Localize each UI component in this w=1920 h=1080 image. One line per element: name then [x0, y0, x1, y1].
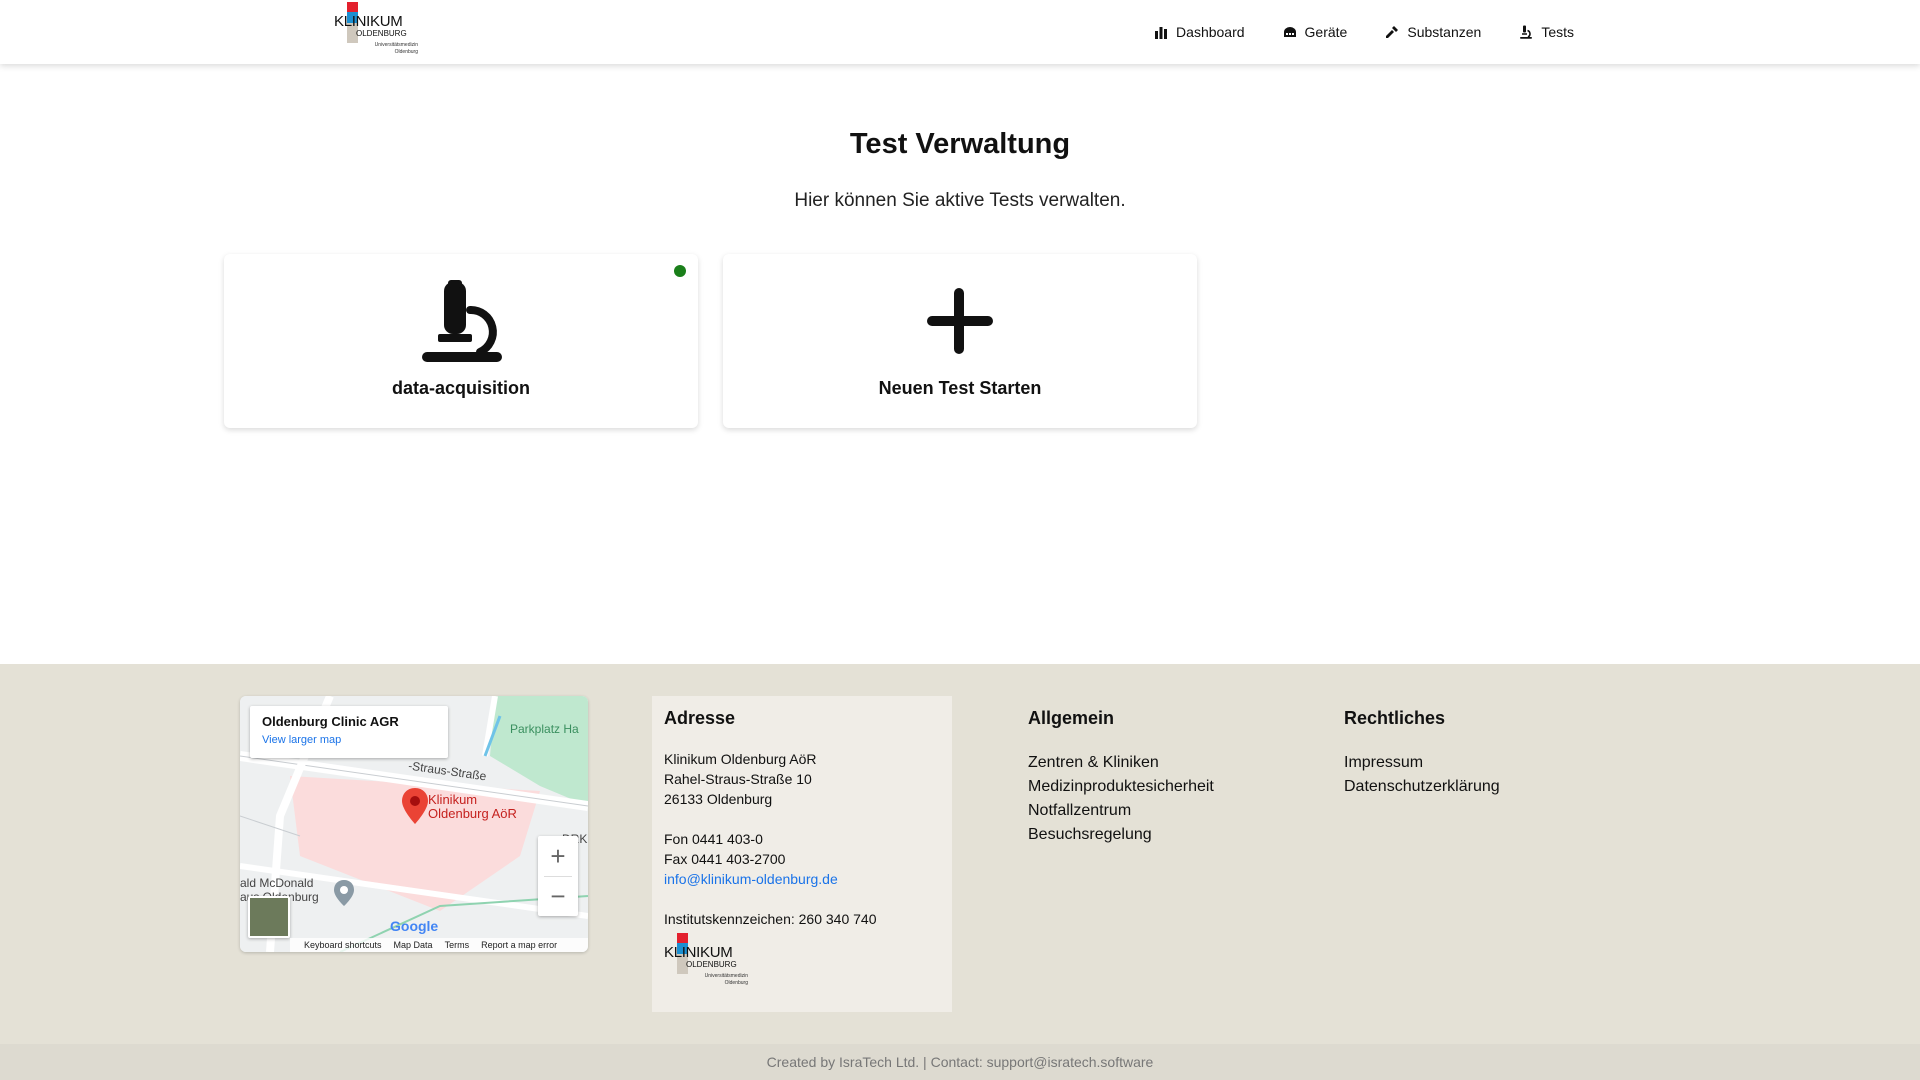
logo-tagline-line2: Oldenburg — [394, 49, 418, 55]
top-navbar: KLINIKUM OLDENBURG Universitätsmedizin O… — [0, 0, 1920, 64]
nav-dashboard-label: Dashboard — [1176, 24, 1245, 40]
contact-lines: Fon 0441 403-0 Fax 0441 403-2700 info@kl… — [664, 829, 940, 889]
map-place-title: Oldenburg Clinic AGR — [262, 714, 399, 729]
address-line2: Rahel-Straus-Straße 10 — [664, 771, 812, 787]
map-pin-label-line2: Oldenburg AöR — [428, 806, 517, 821]
footer-link-datenschutz[interactable]: Datenschutzerklärung — [1344, 775, 1500, 799]
map-pin-icon[interactable] — [402, 788, 428, 824]
test-card-label: data-acquisition — [391, 378, 530, 398]
nav-tests[interactable]: Tests — [1519, 24, 1574, 40]
nav-substanzen-label: Substanzen — [1407, 24, 1482, 40]
allgemein-links: Zentren & Kliniken Medizinproduktesicher… — [1028, 751, 1214, 847]
google-logo: Google — [390, 918, 439, 934]
page-title: Test Verwaltung — [849, 128, 1071, 160]
phone-number: Fon 0441 403-0 — [664, 831, 763, 847]
address-box: Adresse Klinikum Oldenburg AöR Rahel-Str… — [652, 696, 952, 1012]
map-place-card: Oldenburg Clinic AGR View larger map — [250, 706, 448, 758]
address-line1: Klinikum Oldenburg AöR — [664, 751, 817, 767]
poi-marker-icon[interactable] — [334, 880, 354, 906]
view-larger-map-link[interactable]: View larger map — [262, 734, 436, 746]
logo-sub: OLDENBURG — [686, 960, 737, 969]
klinikum-logo[interactable]: KLINIKUM OLDENBURG Universitätsmedizin O… — [334, 2, 420, 60]
logo-tagline: Universitätsmedizin Oldenburg — [688, 973, 748, 987]
microscope-icon — [422, 280, 502, 362]
footer-column-allgemein: Allgemein Zentren & Kliniken Medizinprod… — [1028, 708, 1214, 847]
footer-link-zentren[interactable]: Zentren & Kliniken — [1028, 751, 1214, 775]
microscope-icon — [1520, 25, 1533, 39]
footer-column-rechtliches: Rechtliches Impressum Datenschutzerkläru… — [1344, 708, 1500, 799]
terms-link[interactable]: Terms — [445, 940, 470, 950]
logo-name: KLINIKUM — [334, 13, 403, 30]
map-zoom-control: + − — [538, 836, 578, 916]
page-subtitle: Hier können Sie aktive Tests verwalten. — [794, 190, 1126, 211]
plus-icon — [927, 288, 993, 354]
logo-red-square — [677, 933, 688, 943]
address-lines: Klinikum Oldenburg AöR Rahel-Straus-Stra… — [664, 749, 940, 809]
rechtliches-title: Rechtliches — [1344, 708, 1446, 728]
logo-tagline-line1: Universitätsmedizin — [704, 973, 748, 979]
allgemein-title: Allgemein — [1028, 708, 1115, 728]
footer: Parkplatz Ha -Straus-Straße DRK ald McDo… — [0, 664, 1920, 1044]
device-icon — [1283, 27, 1296, 37]
map-pin-label-line1: Klinikum — [428, 792, 478, 807]
footer-link-besuchsregelung[interactable]: Besuchsregelung — [1028, 823, 1214, 847]
institut-code: Institutskennzeichen: 260 340 740 — [664, 911, 877, 927]
google-map[interactable]: Parkplatz Ha -Straus-Straße DRK ald McDo… — [240, 696, 588, 952]
report-map-error-link[interactable]: Report a map error — [481, 940, 557, 950]
map-pin-label: Klinikum Oldenburg AöR — [428, 793, 517, 821]
footer-link-impressum[interactable]: Impressum — [1344, 751, 1500, 775]
credits-bar: Created by IsraTech Ltd. | Contact: supp… — [0, 1044, 1920, 1080]
zoom-out-button[interactable]: − — [538, 876, 578, 916]
nav-substanzen[interactable]: Substanzen — [1385, 24, 1481, 40]
pipette-icon — [1386, 26, 1399, 38]
satellite-toggle-button[interactable] — [248, 896, 290, 938]
logo-red-square — [347, 2, 358, 12]
logo-tagline-line2: Oldenburg — [724, 980, 748, 986]
rechtliches-links: Impressum Datenschutzerklärung — [1344, 751, 1500, 799]
map-attribution-bar: Keyboard shortcuts Map Data Terms Report… — [290, 938, 588, 952]
bar-chart-icon — [1155, 27, 1168, 39]
footer-link-notfallzentrum[interactable]: Notfallzentrum — [1028, 799, 1214, 823]
email-link[interactable]: info@klinikum-oldenburg.de — [664, 869, 940, 889]
map-data-link[interactable]: Map Data — [394, 940, 433, 950]
logo-sub: OLDENBURG — [356, 29, 407, 38]
main-nav: Dashboard Geräte Substanzen Tests — [1154, 0, 1574, 64]
fax-number: Fax 0441 403-2700 — [664, 851, 786, 867]
new-test-label: Neuen Test Starten — [878, 378, 1042, 398]
footer-klinikum-logo: KLINIKUM OLDENBURG Universitätsmedizin O… — [664, 933, 750, 991]
status-indicator — [674, 265, 686, 277]
nav-dashboard[interactable]: Dashboard — [1154, 24, 1245, 40]
start-new-test-card[interactable]: Neuen Test Starten — [723, 254, 1197, 428]
map-label-mcdonald-line1: ald McDonald — [240, 876, 314, 890]
nav-geraete[interactable]: Geräte — [1283, 24, 1348, 40]
logo-tagline-line1: Universitätsmedizin — [374, 42, 418, 48]
logo-tagline: Universitätsmedizin Oldenburg — [358, 42, 418, 56]
test-card-data-acquisition[interactable]: data-acquisition — [224, 254, 698, 428]
address-line3: 26133 Oldenburg — [664, 791, 773, 807]
nav-tests-label: Tests — [1541, 24, 1574, 40]
map-label-parking: Parkplatz Ha — [510, 722, 579, 736]
keyboard-shortcuts-link[interactable]: Keyboard shortcuts — [304, 940, 382, 950]
zoom-divider — [544, 876, 572, 877]
footer-link-medizinprodukte[interactable]: Medizinproduktesicherheit — [1028, 775, 1214, 799]
logo-name: KLINIKUM — [664, 944, 733, 961]
zoom-in-button[interactable]: + — [538, 836, 578, 876]
address-title: Adresse — [664, 708, 736, 728]
nav-geraete-label: Geräte — [1304, 24, 1348, 40]
